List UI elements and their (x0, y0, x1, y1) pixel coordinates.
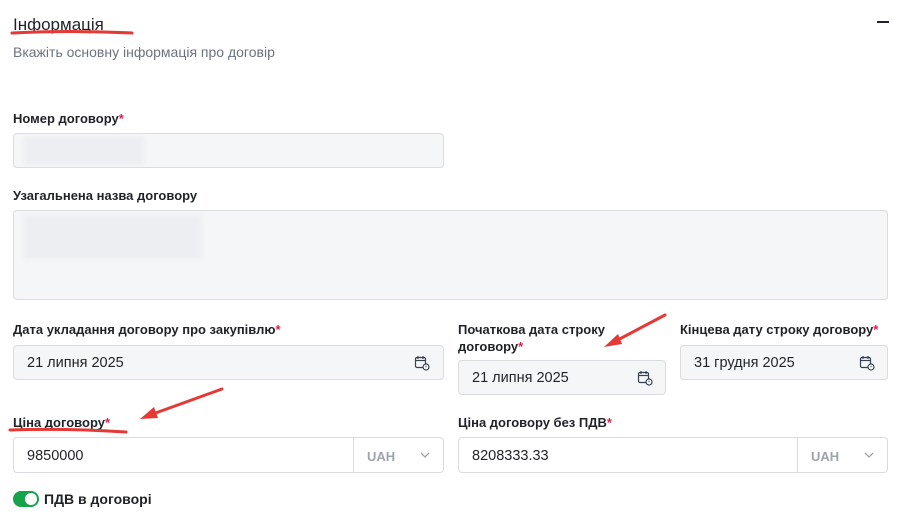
contract-name-label: Узагальнена назва договору (13, 188, 198, 203)
price-currency-label: UAH (367, 449, 396, 464)
section-subtitle: Вкажіть основну інформація про договір (13, 44, 275, 60)
conclusion-date-input[interactable]: 21 липня 2025 (13, 345, 444, 380)
annotation-arrow-price (140, 387, 224, 419)
conclusion-date-label: Дата укладання договору про закупівлю* (13, 322, 281, 337)
start-date-value: 21 липня 2025 (472, 370, 569, 386)
price-no-vat-label: Ціна договору без ПДВ* (458, 415, 612, 430)
annotation-arrow-start-date (604, 313, 667, 347)
price-label: Ціна договору* (13, 415, 111, 430)
price-no-vat-currency-label: UAH (811, 449, 840, 464)
calendar-icon[interactable] (859, 355, 875, 371)
start-date-input[interactable]: 21 липня 2025 (458, 360, 666, 395)
calendar-icon[interactable] (637, 370, 653, 386)
vat-toggle[interactable] (13, 491, 39, 507)
calendar-icon[interactable] (414, 355, 430, 371)
price-value: 9850000 (27, 448, 84, 464)
end-date-value: 31 грудня 2025 (694, 355, 795, 371)
price-no-vat-input[interactable]: 8208333.33 UAH (458, 437, 888, 473)
toggle-knob (25, 493, 37, 505)
contract-number-label: Номер договору* (13, 111, 124, 126)
end-date-label: Кінцева дату строку договору* (680, 322, 879, 337)
chevron-down-icon (420, 452, 430, 458)
chevron-down-icon (864, 452, 874, 458)
price-currency-select[interactable]: UAH (353, 438, 443, 472)
contract-number-input[interactable] (13, 133, 444, 168)
conclusion-date-value: 21 липня 2025 (27, 355, 124, 371)
price-no-vat-value: 8208333.33 (472, 448, 549, 464)
section-title: Інформація (13, 15, 104, 34)
price-input[interactable]: 9850000 UAH (13, 437, 444, 473)
minus-icon[interactable] (877, 21, 889, 23)
contract-name-textarea[interactable] (13, 210, 888, 300)
price-no-vat-currency-select[interactable]: UAH (797, 438, 887, 472)
start-date-label: Початкова дата строку договору* (458, 322, 605, 354)
vat-toggle-label: ПДВ в договорі (44, 491, 152, 507)
end-date-input[interactable]: 31 грудня 2025 (680, 345, 888, 380)
